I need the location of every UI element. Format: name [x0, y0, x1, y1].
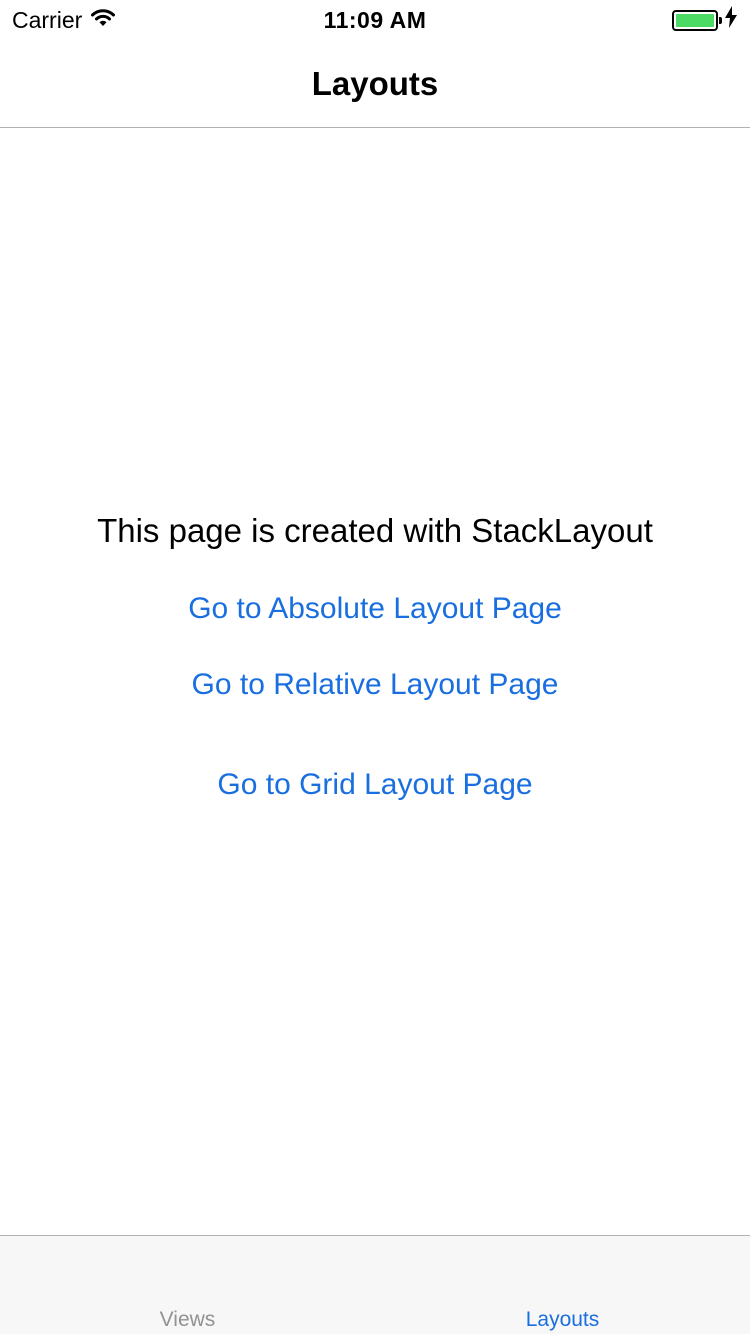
stack-layout: This page is created with StackLayout Go… [0, 505, 750, 811]
navigation-bar: Layouts [0, 40, 750, 128]
absolute-layout-button[interactable]: Go to Absolute Layout Page [188, 583, 562, 635]
battery-tip [719, 16, 722, 24]
wifi-icon [90, 7, 116, 34]
status-right [672, 6, 738, 34]
tab-layouts[interactable]: Layouts [375, 1236, 750, 1334]
status-left: Carrier [12, 7, 116, 34]
app-screen: Carrier 11:09 AM Layouts This page is cr… [0, 0, 750, 1334]
page-title: Layouts [311, 64, 439, 102]
grid-layout-button[interactable]: Go to Grid Layout Page [217, 759, 532, 811]
charging-bolt-icon [724, 6, 738, 34]
carrier-label: Carrier [12, 6, 83, 33]
content-area: This page is created with StackLayout Go… [0, 129, 750, 1235]
relative-layout-button[interactable]: Go to Relative Layout Page [192, 659, 559, 711]
status-bar: Carrier 11:09 AM [0, 0, 750, 40]
stack-description-label: This page is created with StackLayout [97, 512, 653, 549]
battery-fill [676, 13, 714, 27]
tab-views[interactable]: Views [0, 1236, 375, 1334]
battery-icon [672, 9, 722, 31]
tab-bar: Views Layouts [0, 1235, 750, 1334]
